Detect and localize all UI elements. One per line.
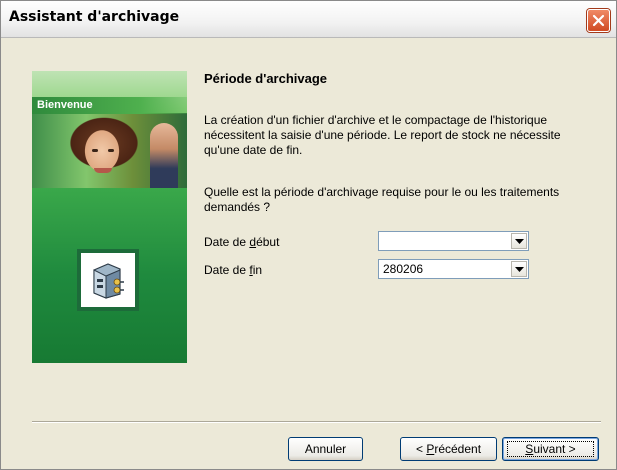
window-title: Assistant d'archivage: [9, 9, 180, 25]
archive-icon: [93, 263, 124, 299]
wizard-content: Bienvenue Période d'archivage La créatio…: [7, 43, 610, 461]
archive-icon-frame: [77, 249, 139, 311]
end-date-dropdown-button[interactable]: [511, 261, 527, 277]
welcome-label: Bienvenue: [37, 99, 93, 111]
end-date-label: Date de fin: [204, 263, 263, 277]
previous-button[interactable]: < Précédent: [400, 437, 497, 461]
button-separator: [32, 421, 601, 423]
wizard-window: Assistant d'archivage Bienvenue Période …: [0, 0, 617, 470]
cancel-button[interactable]: Annuler: [288, 437, 363, 461]
title-bar[interactable]: Assistant d'archivage: [1, 1, 616, 38]
close-icon: [592, 14, 605, 27]
welcome-photo: [32, 113, 187, 188]
page-heading: Période d'archivage: [204, 71, 328, 86]
chevron-down-icon: [515, 267, 524, 272]
end-date-combo[interactable]: 280206: [378, 259, 529, 279]
chevron-down-icon: [515, 239, 524, 244]
start-date-combo[interactable]: [378, 231, 529, 251]
next-button[interactable]: Suivant >: [502, 437, 599, 461]
welcome-band: Bienvenue: [32, 97, 187, 114]
question-text: Quelle est la période d'archivage requis…: [204, 185, 560, 214]
description-text: La création d'un fichier d'archive et le…: [204, 113, 561, 157]
start-date-dropdown-button[interactable]: [511, 233, 527, 249]
start-date-label: Date de début: [204, 235, 280, 249]
close-button[interactable]: [587, 9, 610, 32]
end-date-value: 280206: [383, 262, 424, 276]
side-panel-image: Bienvenue: [32, 71, 187, 363]
